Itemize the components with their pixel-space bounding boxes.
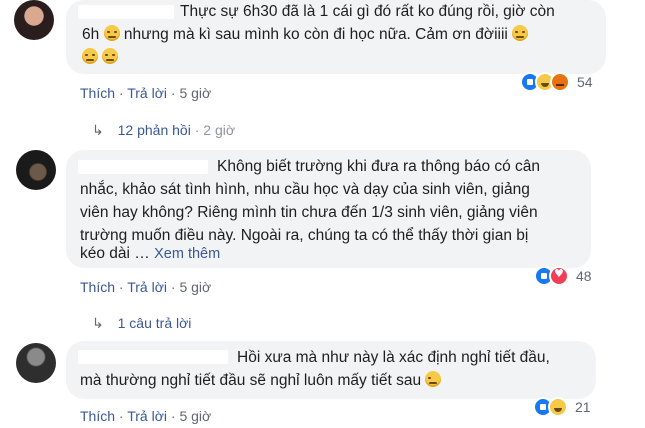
tired-face-emoji-icon: [512, 25, 529, 41]
see-more-link[interactable]: Xem thêm: [154, 246, 220, 262]
comment-actions-3: Thích · Trả lời · 5 giờ: [80, 408, 212, 424]
replies-count[interactable]: 12 phản hồi: [118, 122, 191, 138]
reply-link[interactable]: Trả lời: [127, 279, 167, 295]
reaction-summary-3[interactable]: 21: [533, 396, 591, 418]
comment-text-2-line-5: kéo dài … Xem thêm: [80, 245, 221, 262]
comment-time[interactable]: 5 giờ: [179, 408, 211, 424]
view-replies-1[interactable]: ↳ 12 phản hồi · 2 giờ: [92, 122, 235, 139]
like-link[interactable]: Thích: [80, 279, 115, 295]
comment-actions-1: Thích · Trả lời · 5 giờ: [80, 85, 212, 101]
comment-text-2-line-1: Không biết trường khi đưa ra thông báo c…: [217, 158, 541, 175]
commenter-avatar-2[interactable]: [16, 150, 56, 190]
commenter-name-1[interactable]: [78, 5, 174, 19]
reply-arrow-icon: ↳: [92, 123, 104, 139]
replies-count[interactable]: 1 câu trả lời: [118, 315, 192, 331]
reaction-count: 21: [575, 399, 591, 415]
commenter-avatar-1[interactable]: [14, 0, 54, 40]
tired-face-emoji-icon: [82, 48, 98, 64]
comment-text-2-line-2: nhắc, khảo sát tình hình, nhu cầu học và…: [80, 181, 530, 198]
reaction-summary-1[interactable]: 54: [520, 71, 593, 93]
comment-text-1-line-3: [82, 46, 119, 69]
like-link[interactable]: Thích: [80, 408, 115, 424]
commenter-name-3[interactable]: [78, 350, 228, 364]
angry-reaction-icon: [550, 72, 570, 92]
tired-face-emoji-icon: [102, 48, 119, 64]
smirk-emoji-icon: [103, 25, 120, 41]
commenter-avatar-3[interactable]: [16, 343, 56, 383]
reply-link[interactable]: Trả lời: [127, 408, 167, 424]
like-link[interactable]: Thích: [80, 85, 115, 101]
moon-face-emoji-icon: [425, 371, 442, 387]
comment-time[interactable]: 5 giờ: [179, 85, 211, 101]
reaction-count: 54: [577, 74, 593, 90]
reply-link[interactable]: Trả lời: [127, 85, 167, 101]
reaction-count: 48: [576, 268, 592, 284]
haha-reaction-icon: [548, 397, 568, 417]
comment-text-3-line-2: mà thường nghỉ tiết đầu sẽ nghỉ luôn mấy…: [80, 369, 442, 392]
comment-text-2-line-3: viên hay không? Riêng mình tin chưa đến …: [80, 204, 538, 221]
comment-text-3-line-1: Hồi xưa mà như này là xác định nghỉ tiết…: [237, 349, 550, 366]
reply-arrow-icon: ↳: [92, 316, 104, 332]
comment-text-1-line-2: 6h nhưng mà kì sau mình ko còn đi học nữ…: [82, 23, 529, 46]
commenter-name-2[interactable]: [78, 160, 208, 174]
comment-actions-2: Thích · Trả lời · 5 giờ: [80, 279, 212, 295]
replies-time: 2 giờ: [203, 122, 236, 138]
love-reaction-icon: [549, 266, 569, 286]
comment-text-1-line-1: Thực sự 6h30 đã là 1 cái gì đó rất ko đú…: [180, 3, 555, 20]
view-replies-2[interactable]: ↳ 1 câu trả lời: [92, 315, 191, 332]
reaction-summary-2[interactable]: 48: [534, 265, 592, 287]
comment-time[interactable]: 5 giờ: [179, 279, 211, 295]
